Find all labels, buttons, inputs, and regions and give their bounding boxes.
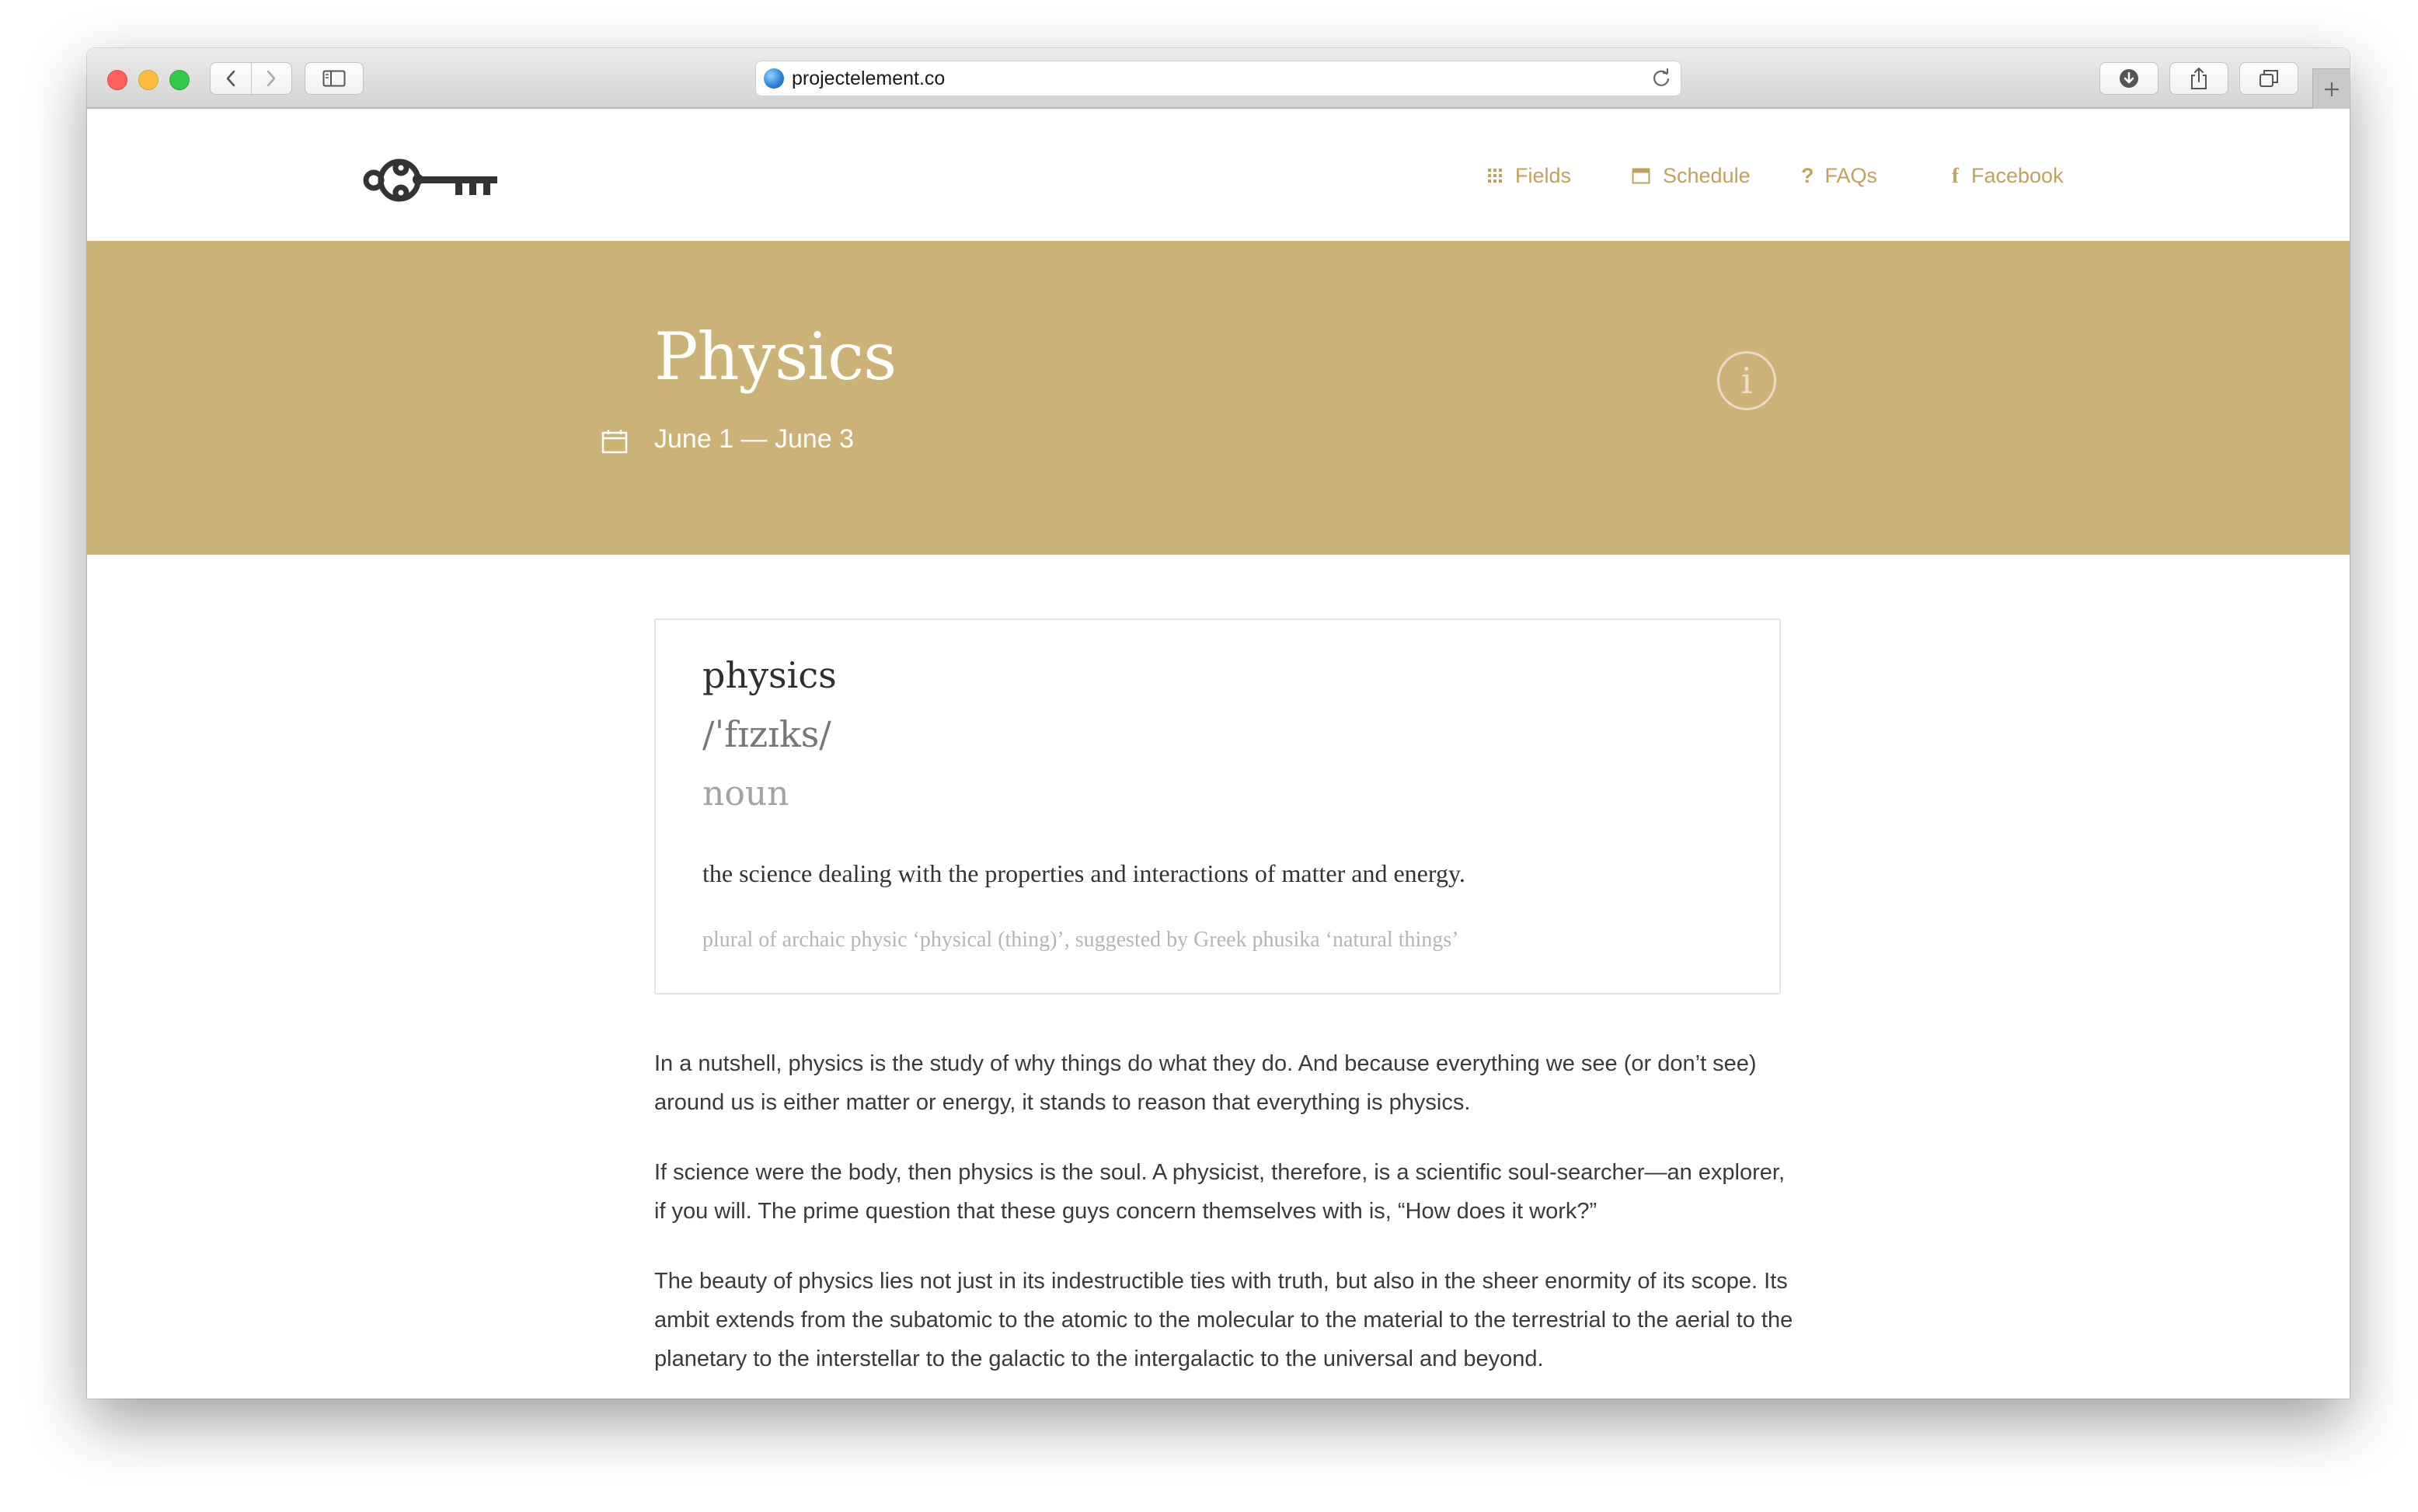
share-button[interactable]	[2169, 62, 2228, 95]
grid-icon	[1487, 168, 1503, 183]
info-icon[interactable]: i	[1717, 351, 1776, 410]
chevron-left-icon	[226, 70, 235, 87]
globe-icon	[764, 68, 784, 89]
paragraph: The beauty of physics lies not just in i…	[654, 1269, 1793, 1371]
plus-icon	[2325, 82, 2339, 96]
chevron-right-icon	[267, 70, 276, 87]
tab-overview-button[interactable]	[2239, 62, 2298, 95]
paragraph: In a nutshell, physics is the study of w…	[654, 1051, 1757, 1115]
definition-etymology: plural of archaic physic ‘physical (thin…	[702, 928, 1459, 952]
page-title: Physics	[654, 319, 897, 395]
browser-toolbar: projectelement.co	[87, 48, 2350, 110]
hero-banner: Physics June 1 — June 3 i	[87, 241, 2350, 555]
nav-facebook[interactable]: f Facebook	[1952, 109, 2064, 242]
info-glyph: i	[1740, 360, 1753, 402]
definition-card: physics /ˈfɪzɪks/ noun the science deali…	[654, 618, 1781, 995]
site-header: Fields Schedule ? FAQs f Facebook	[87, 109, 2350, 242]
tabs-icon	[2259, 70, 2278, 87]
nav-faqs[interactable]: ? FAQs	[1801, 109, 1877, 242]
nav-faqs-label: FAQs	[1824, 163, 1878, 187]
nav-fields-label: Fields	[1515, 163, 1572, 187]
back-button[interactable]	[211, 63, 251, 94]
event-dates: June 1 — June 3	[654, 424, 855, 454]
nav-facebook-label: Facebook	[1971, 163, 2064, 187]
downloads-button[interactable]	[2099, 62, 2158, 95]
minimize-window-button[interactable]	[138, 70, 159, 90]
question-icon: ?	[1801, 163, 1814, 187]
definition-part-of-speech: noun	[702, 774, 789, 813]
browser-window: projectelement.co Fields Schedule ? FAQs…	[87, 48, 2350, 1399]
key-logo-icon[interactable]	[362, 151, 502, 210]
calendar-icon	[601, 430, 628, 454]
facebook-icon: f	[1952, 163, 1959, 187]
url-text: projectelement.co	[792, 68, 946, 89]
definition-pronunciation: /ˈfɪzɪks/	[702, 713, 831, 755]
sidebar-toggle-button[interactable]	[305, 62, 364, 95]
definition-word: physics	[702, 654, 837, 696]
nav-schedule[interactable]: Schedule	[1632, 109, 1751, 242]
history-nav-group	[210, 62, 292, 95]
forward-button[interactable]	[250, 63, 292, 94]
sidebar-icon	[322, 70, 346, 87]
close-window-button[interactable]	[107, 70, 127, 90]
nav-fields[interactable]: Fields	[1487, 109, 1571, 242]
new-tab-button[interactable]	[2312, 68, 2350, 110]
calendar-icon	[1632, 167, 1650, 184]
address-bar[interactable]: projectelement.co	[755, 61, 1681, 96]
paragraph: If science were the body, then physics i…	[654, 1160, 1785, 1224]
maximize-window-button[interactable]	[169, 70, 190, 90]
article-body: In a nutshell, physics is the study of w…	[654, 1044, 1796, 1399]
share-icon	[2191, 68, 2207, 89]
nav-schedule-label: Schedule	[1663, 163, 1751, 187]
download-icon	[2120, 69, 2138, 88]
definition-meaning: the science dealing with the properties …	[702, 859, 1465, 887]
reload-icon[interactable]	[1650, 67, 1673, 90]
